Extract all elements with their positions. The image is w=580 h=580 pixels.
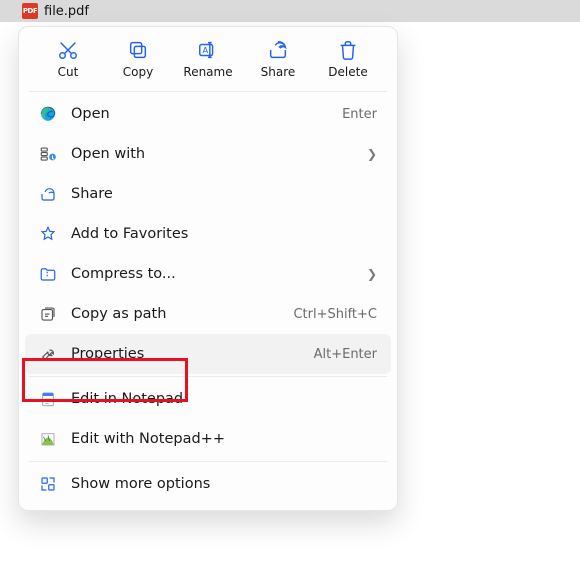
separator <box>29 91 387 92</box>
open-accel: Enter <box>342 107 377 122</box>
notepadpp-label: Edit with Notepad++ <box>71 431 377 447</box>
delete-label: Delete <box>328 65 367 79</box>
star-icon <box>39 225 57 243</box>
menu-item-open-with[interactable]: Open with ❯ <box>25 134 391 174</box>
trash-icon <box>337 39 359 61</box>
menu-item-compress[interactable]: Compress to... ❯ <box>25 254 391 294</box>
open-label: Open <box>71 106 328 122</box>
file-title-bar[interactable]: PDF file.pdf <box>0 0 580 22</box>
copy-icon <box>127 39 149 61</box>
zip-icon <box>39 265 57 283</box>
share-item-label: Share <box>71 186 377 202</box>
properties-label: Properties <box>71 346 300 362</box>
edge-icon <box>39 105 57 123</box>
chevron-right-icon: ❯ <box>367 147 377 161</box>
compress-label: Compress to... <box>71 266 353 282</box>
notepad-icon <box>39 390 57 408</box>
properties-accel: Alt+Enter <box>314 347 377 362</box>
menu-item-show-more[interactable]: Show more options <box>25 464 391 504</box>
file-name: file.pdf <box>44 4 89 19</box>
menu-item-favorites[interactable]: Add to Favorites <box>25 214 391 254</box>
wrench-icon <box>39 345 57 363</box>
delete-button[interactable]: Delete <box>319 39 377 79</box>
menu-item-open[interactable]: Open Enter <box>25 94 391 134</box>
favorites-label: Add to Favorites <box>71 226 377 242</box>
show-more-label: Show more options <box>71 476 377 492</box>
notepad-label: Edit in Notepad <box>71 391 377 407</box>
separator <box>29 376 387 377</box>
show-more-icon <box>39 475 57 493</box>
rename-button[interactable]: A Rename <box>179 39 237 79</box>
cut-button[interactable]: Cut <box>39 39 97 79</box>
copy-button[interactable]: Copy <box>109 39 167 79</box>
scissors-icon <box>57 39 79 61</box>
menu-item-properties[interactable]: Properties Alt+Enter <box>25 334 391 374</box>
menu-item-share[interactable]: Share <box>25 174 391 214</box>
menu-item-notepadpp[interactable]: Edit with Notepad++ <box>25 419 391 459</box>
context-menu: Cut Copy A Rename <box>18 26 398 511</box>
chevron-right-icon: ❯ <box>367 267 377 281</box>
share-button[interactable]: Share <box>249 39 307 79</box>
svg-text:A: A <box>203 45 209 55</box>
context-toolbar: Cut Copy A Rename <box>25 33 391 89</box>
copy-path-label: Copy as path <box>71 306 279 322</box>
share-arrow-icon <box>39 185 57 203</box>
open-with-icon <box>39 145 57 163</box>
open-with-label: Open with <box>71 146 353 162</box>
copy-path-icon <box>39 305 57 323</box>
separator <box>29 461 387 462</box>
menu-item-notepad[interactable]: Edit in Notepad <box>25 379 391 419</box>
share-label: Share <box>261 65 296 79</box>
rename-icon: A <box>197 39 219 61</box>
copy-path-accel: Ctrl+Shift+C <box>293 307 377 322</box>
menu-item-copy-path[interactable]: Copy as path Ctrl+Shift+C <box>25 294 391 334</box>
copy-label: Copy <box>123 65 153 79</box>
rename-label: Rename <box>183 65 232 79</box>
notepadpp-icon <box>39 430 57 448</box>
cut-label: Cut <box>58 65 79 79</box>
pdf-icon: PDF <box>22 3 38 19</box>
share-icon <box>267 39 289 61</box>
